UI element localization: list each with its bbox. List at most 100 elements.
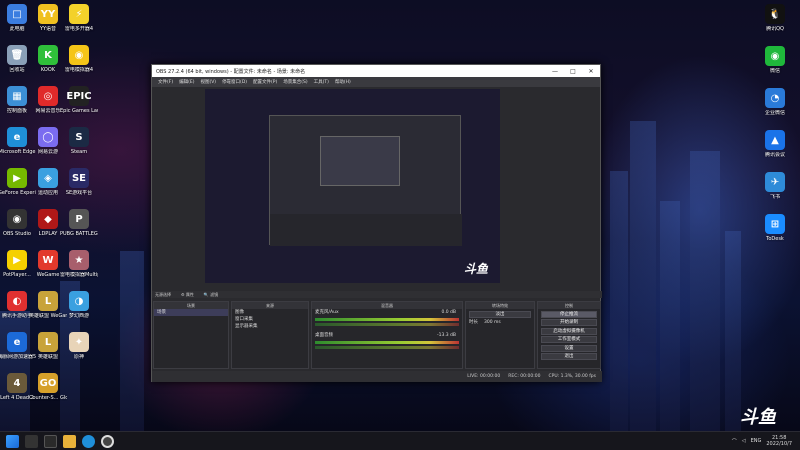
rec-timer: REC: 00:00:00 bbox=[508, 374, 541, 379]
settings-button[interactable]: 设置 bbox=[541, 344, 597, 352]
douyu-watermark: 斗鱼 bbox=[740, 407, 776, 428]
shortcut-label: 腾讯会议 bbox=[764, 152, 785, 158]
geforce-icon: ▶ bbox=[7, 168, 27, 188]
shortcut-label: PUBG BATTLEG... bbox=[60, 231, 98, 237]
nested-preview bbox=[269, 115, 462, 246]
menu-profile[interactable]: 配置文件(P) bbox=[253, 79, 277, 85]
shortcut-label: SE游戏平台 bbox=[65, 190, 93, 196]
duration-input[interactable]: 300 ms bbox=[484, 319, 501, 326]
csgo-icon: GO bbox=[38, 373, 58, 393]
obs-window[interactable]: OBS 27.2.4 (64 bit, windows) - 配置文件: 未命名… bbox=[151, 64, 602, 382]
obs-title-bar[interactable]: OBS 27.2.4 (64 bit, windows) - 配置文件: 未命名… bbox=[152, 65, 600, 77]
shortcut-label: 企业微信 bbox=[764, 110, 785, 116]
live-timer: LIVE: 00:00:00 bbox=[467, 374, 501, 379]
desktop-shortcut[interactable]: ◉ 雷电模拟器4 bbox=[60, 45, 98, 73]
no-source-label: 无源选择 bbox=[155, 291, 171, 297]
tencent-emu-icon: ◐ bbox=[7, 291, 27, 311]
steam-icon: S bbox=[69, 127, 89, 147]
potplayer-icon: ▶ bbox=[7, 250, 27, 270]
system-tray: ⌒ ◁ ENG 21:58 2022/10/7 bbox=[732, 435, 800, 447]
clock[interactable]: 21:58 2022/10/7 bbox=[766, 435, 792, 447]
menu-file[interactable]: 文件(F) bbox=[158, 79, 173, 85]
filters-button[interactable]: 🔍 滤镜 bbox=[204, 292, 218, 298]
menu-docks[interactable]: 停靠窗口(D) bbox=[222, 79, 247, 85]
track-db: 0.0 dB bbox=[441, 310, 456, 315]
desktop: □ 此电脑 YY YY语音 ⚡ 雷电多开器4 🗑 回收站 K KOOK ◉ 雷电模拟器4 ▦ 控制面板 ◎ 网… bbox=[0, 0, 800, 431]
virtual-camera-button[interactable]: 启动虚拟摄像机 bbox=[541, 327, 597, 335]
recycle-bin-icon: 🗑 bbox=[7, 45, 27, 65]
desktop-shortcut[interactable]: GO Counter-S... Global Off... bbox=[29, 373, 67, 401]
close-button[interactable]: ✕ bbox=[582, 68, 600, 75]
volume-icon[interactable]: ◁ bbox=[742, 438, 746, 444]
desktop-shortcut[interactable]: ⊞ ToDesk bbox=[756, 214, 794, 242]
folder-icon[interactable] bbox=[63, 434, 76, 448]
language-indicator[interactable]: ENG bbox=[751, 438, 762, 444]
shortcut-label: Steam bbox=[70, 149, 88, 155]
duration-label: 时长 bbox=[469, 320, 478, 325]
minimize-button[interactable]: — bbox=[546, 68, 564, 75]
exit-button[interactable]: 退出 bbox=[541, 353, 597, 360]
lol2-icon: L bbox=[38, 332, 58, 352]
menu-edit[interactable]: 编辑(E) bbox=[179, 79, 194, 85]
desktop-shortcut[interactable]: 🐧 腾讯QQ bbox=[756, 4, 794, 32]
preview-canvas[interactable]: 斗鱼 bbox=[205, 89, 500, 283]
scenes-header: 场景 bbox=[154, 302, 228, 309]
preview-logo: 斗鱼 bbox=[463, 262, 488, 276]
menu-help[interactable]: 帮助(H) bbox=[335, 79, 351, 85]
controls-header: 控制 bbox=[538, 302, 600, 309]
controls-dock: 控制 停止推流 开始录制 启动虚拟摄像机 工作室模式 设置 退出 bbox=[537, 301, 601, 369]
obs-icon[interactable] bbox=[101, 434, 114, 448]
anime-icon: ★ bbox=[69, 250, 89, 270]
desktop-shortcut[interactable]: ▲ 腾讯会议 bbox=[756, 130, 794, 158]
stop-streaming-button[interactable]: 停止推流 bbox=[541, 310, 597, 318]
menu-tools[interactable]: 工具(T) bbox=[314, 79, 329, 85]
source-item[interactable]: 图像 bbox=[232, 309, 308, 316]
volume-meter bbox=[315, 318, 459, 321]
wechat-icon: ◉ bbox=[765, 46, 785, 66]
desktop-shortcut[interactable]: S Steam bbox=[60, 127, 98, 155]
desktop-shortcut[interactable]: ◑ 梦幻西游 bbox=[60, 291, 98, 319]
task-view-icon[interactable] bbox=[44, 434, 57, 448]
todesk-icon: ⊞ bbox=[765, 214, 785, 234]
enterprise-icon: ◔ bbox=[765, 88, 785, 108]
network-icon[interactable]: ⌒ bbox=[732, 438, 737, 445]
properties-button[interactable]: ⚙ 属性 bbox=[181, 292, 194, 298]
volume-slider[interactable] bbox=[315, 346, 459, 349]
cloud-icon: ◯ bbox=[38, 127, 58, 147]
menu-scene-collection[interactable]: 场景集合(S) bbox=[283, 79, 307, 85]
clock-date: 2022/10/7 bbox=[766, 441, 792, 447]
desktop-shortcut[interactable]: ✦ 原神 bbox=[60, 332, 98, 360]
desktop-shortcut[interactable]: SE SE游戏平台 bbox=[60, 168, 98, 196]
transition-select[interactable]: 淡出 bbox=[469, 310, 531, 318]
source-item[interactable]: 窗口采集 bbox=[232, 316, 308, 323]
menu-view[interactable]: 视图(V) bbox=[200, 79, 216, 85]
scene-item[interactable]: 场景 bbox=[154, 309, 228, 316]
maximize-button[interactable]: □ bbox=[564, 68, 582, 75]
mixer-header: 混音器 bbox=[312, 302, 462, 309]
transitions-header: 转场特效 bbox=[466, 302, 534, 309]
shortcut-label: 微信 bbox=[769, 68, 780, 74]
start-recording-button[interactable]: 开始录制 bbox=[541, 319, 597, 326]
shortcut-label: ToDesk bbox=[766, 236, 784, 242]
kook-icon: K bbox=[38, 45, 58, 65]
desktop-shortcut[interactable]: ⚡ 雷电多开器4 bbox=[60, 4, 98, 32]
desktop-shortcut[interactable]: EPIC Epic Games Launcher bbox=[60, 86, 98, 114]
obs-window-title: OBS 27.2.4 (64 bit, windows) - 配置文件: 未命名… bbox=[156, 68, 306, 75]
network-icon: e bbox=[7, 332, 27, 352]
edge-icon[interactable] bbox=[82, 434, 95, 448]
sources-header: 来源 bbox=[232, 302, 308, 309]
search-icon[interactable] bbox=[25, 434, 38, 448]
shortcut-label: 梦幻西游 bbox=[68, 313, 89, 319]
studio-mode-button[interactable]: 工作室模式 bbox=[541, 336, 597, 343]
desktop-shortcut[interactable]: ★ 雷电模拟器Multipla... bbox=[60, 250, 98, 278]
edge-icon: e bbox=[7, 127, 27, 147]
windows-icon[interactable] bbox=[6, 434, 19, 448]
control-panel-icon: ▦ bbox=[7, 86, 27, 106]
desktop-shortcut[interactable]: ◉ 微信 bbox=[756, 46, 794, 74]
desktop-shortcut[interactable]: ✈ 飞书 bbox=[756, 172, 794, 200]
volume-slider[interactable] bbox=[315, 323, 459, 326]
desktop-shortcut[interactable]: ◔ 企业微信 bbox=[756, 88, 794, 116]
desktop-shortcut[interactable]: P PUBG BATTLEG... bbox=[60, 209, 98, 237]
obs-menu-bar: 文件(F) 编辑(E) 视图(V) 停靠窗口(D) 配置文件(P) 场景集合(S… bbox=[152, 77, 600, 87]
source-item[interactable]: 显示器采集 bbox=[232, 323, 308, 330]
